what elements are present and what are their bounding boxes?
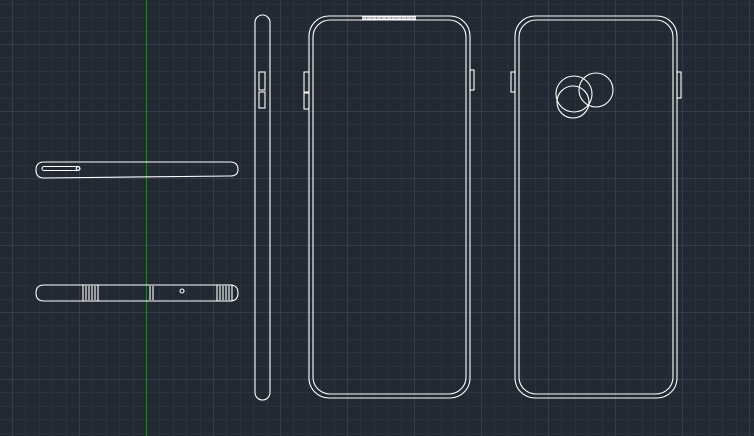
back-power-button [510, 71, 516, 93]
usb-port [149, 286, 154, 300]
phone-side-profile-view[interactable] [254, 14, 271, 401]
earpiece-grille [362, 16, 416, 20]
cad-viewport[interactable] [0, 0, 754, 436]
phone-back-view[interactable] [510, 15, 682, 399]
phone-top-edge-view[interactable] [35, 161, 239, 179]
front-volume-up-button [303, 71, 310, 93]
sim-eject-hole [75, 166, 81, 171]
volume-down-button [258, 91, 266, 109]
back-volume-buttons [676, 71, 682, 99]
phone-front-view[interactable] [303, 15, 475, 399]
drawing-canvas[interactable] [0, 0, 754, 436]
front-power-button [469, 69, 475, 91]
microphone-hole [179, 288, 185, 294]
volume-up-button [258, 71, 266, 91]
front-volume-down-button [303, 92, 310, 110]
camera-module [555, 72, 614, 119]
phone-bottom-edge-view[interactable] [35, 284, 239, 302]
speaker-grille-right [216, 284, 233, 302]
sim-tray-slot [41, 165, 81, 172]
speaker-grille-left [82, 284, 99, 302]
